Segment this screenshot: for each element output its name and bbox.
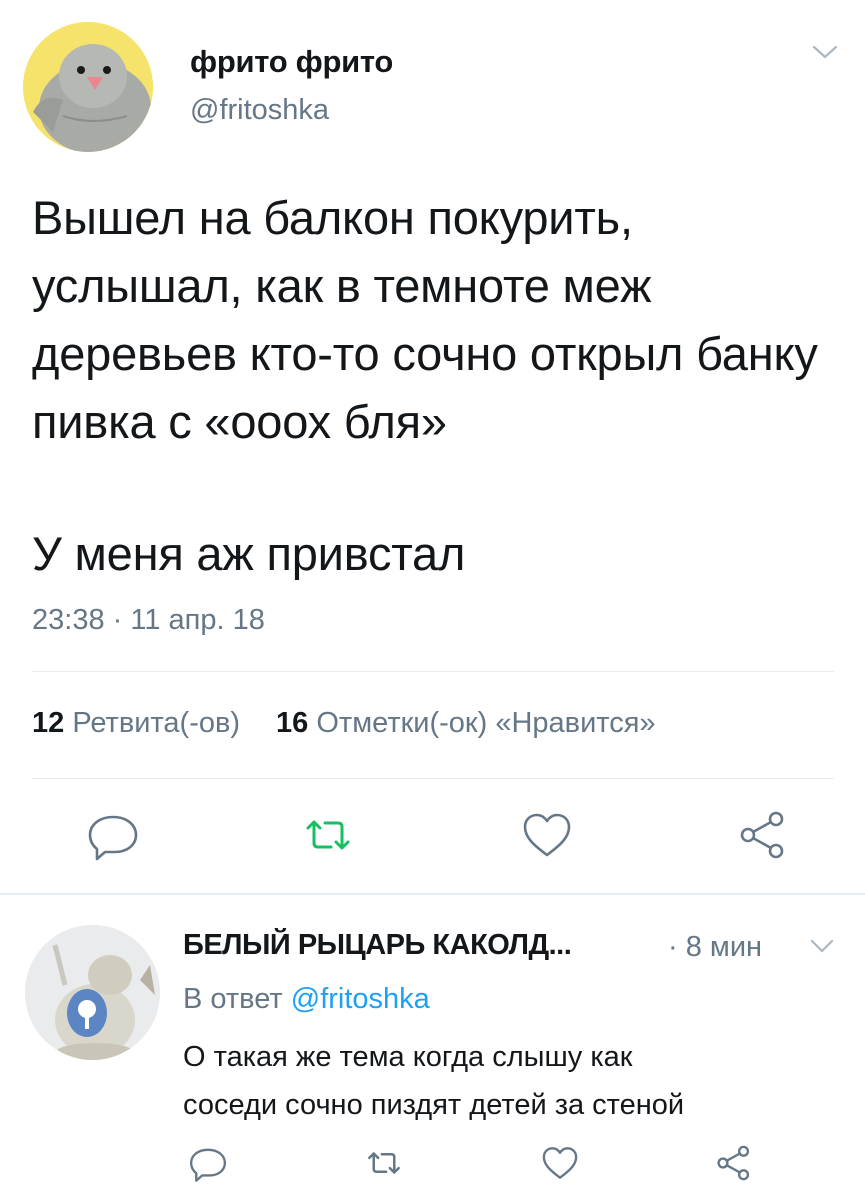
retweet-icon[interactable] [362,1141,406,1185]
divider [32,778,834,779]
reply-author-avatar[interactable] [25,925,160,1060]
author-handle[interactable]: @fritoshka [190,94,329,127]
retweets-stat[interactable]: 12 Ретвита(-ов) [32,707,240,739]
tweet-stats: 12 Ретвита(-ов) 16 Отметки(-ок) «Нравится… [32,707,656,740]
retweets-label: Ретвита(-ов) [72,707,241,739]
tweet-text-paragraph: У меня аж привстал [32,527,466,580]
share-icon[interactable] [712,1141,756,1185]
likes-stat[interactable]: 16 Отметки(-ок) «Нравится» [276,707,656,739]
reply-tweet[interactable]: БЕЛЫЙ РЫЦАРЬ КАКОЛД... · 8 мин В ответ @… [0,895,865,1200]
reply-prefix: В ответ [183,983,283,1015]
reply-handle-link[interactable]: @fritoshka [291,983,430,1015]
reply-text-line: О такая же тема когда слышу как [183,1041,633,1073]
chevron-down-icon[interactable] [808,935,836,957]
reply-text-line: соседи сочно пиздят детей за стеной [183,1089,685,1121]
heart-icon[interactable] [538,1141,582,1185]
reply-icon[interactable] [186,1141,230,1185]
reply-context: В ответ @fritoshka [183,983,430,1016]
share-icon[interactable] [733,805,793,865]
tweet-timestamp[interactable]: 23:38 · 11 апр. 18 [32,604,265,637]
tweet-text: Вышел на балкон покурить, услышал, как в… [32,184,832,588]
likes-label: Отметки(-ок) «Нравится» [316,707,656,739]
divider [32,671,834,672]
reply-text: О такая же тема когда слышу как соседи с… [183,1033,843,1129]
tweet-text-paragraph: Вышел на балкон покурить, услышал, как в… [32,191,818,448]
reply-icon[interactable] [83,805,143,865]
reply-time[interactable]: · 8 мин [668,931,762,964]
chevron-down-icon[interactable] [810,40,840,64]
main-tweet: фрито фрито @fritoshka Вышел на балкон п… [0,0,865,895]
likes-count: 16 [276,707,309,739]
retweet-icon[interactable] [298,805,358,865]
heart-icon[interactable] [517,805,577,865]
retweets-count: 12 [32,707,65,739]
author-avatar[interactable] [23,22,153,152]
reply-author-name[interactable]: БЕЛЫЙ РЫЦАРЬ КАКОЛД... [183,929,572,962]
author-name[interactable]: фрито фрито [190,44,393,80]
